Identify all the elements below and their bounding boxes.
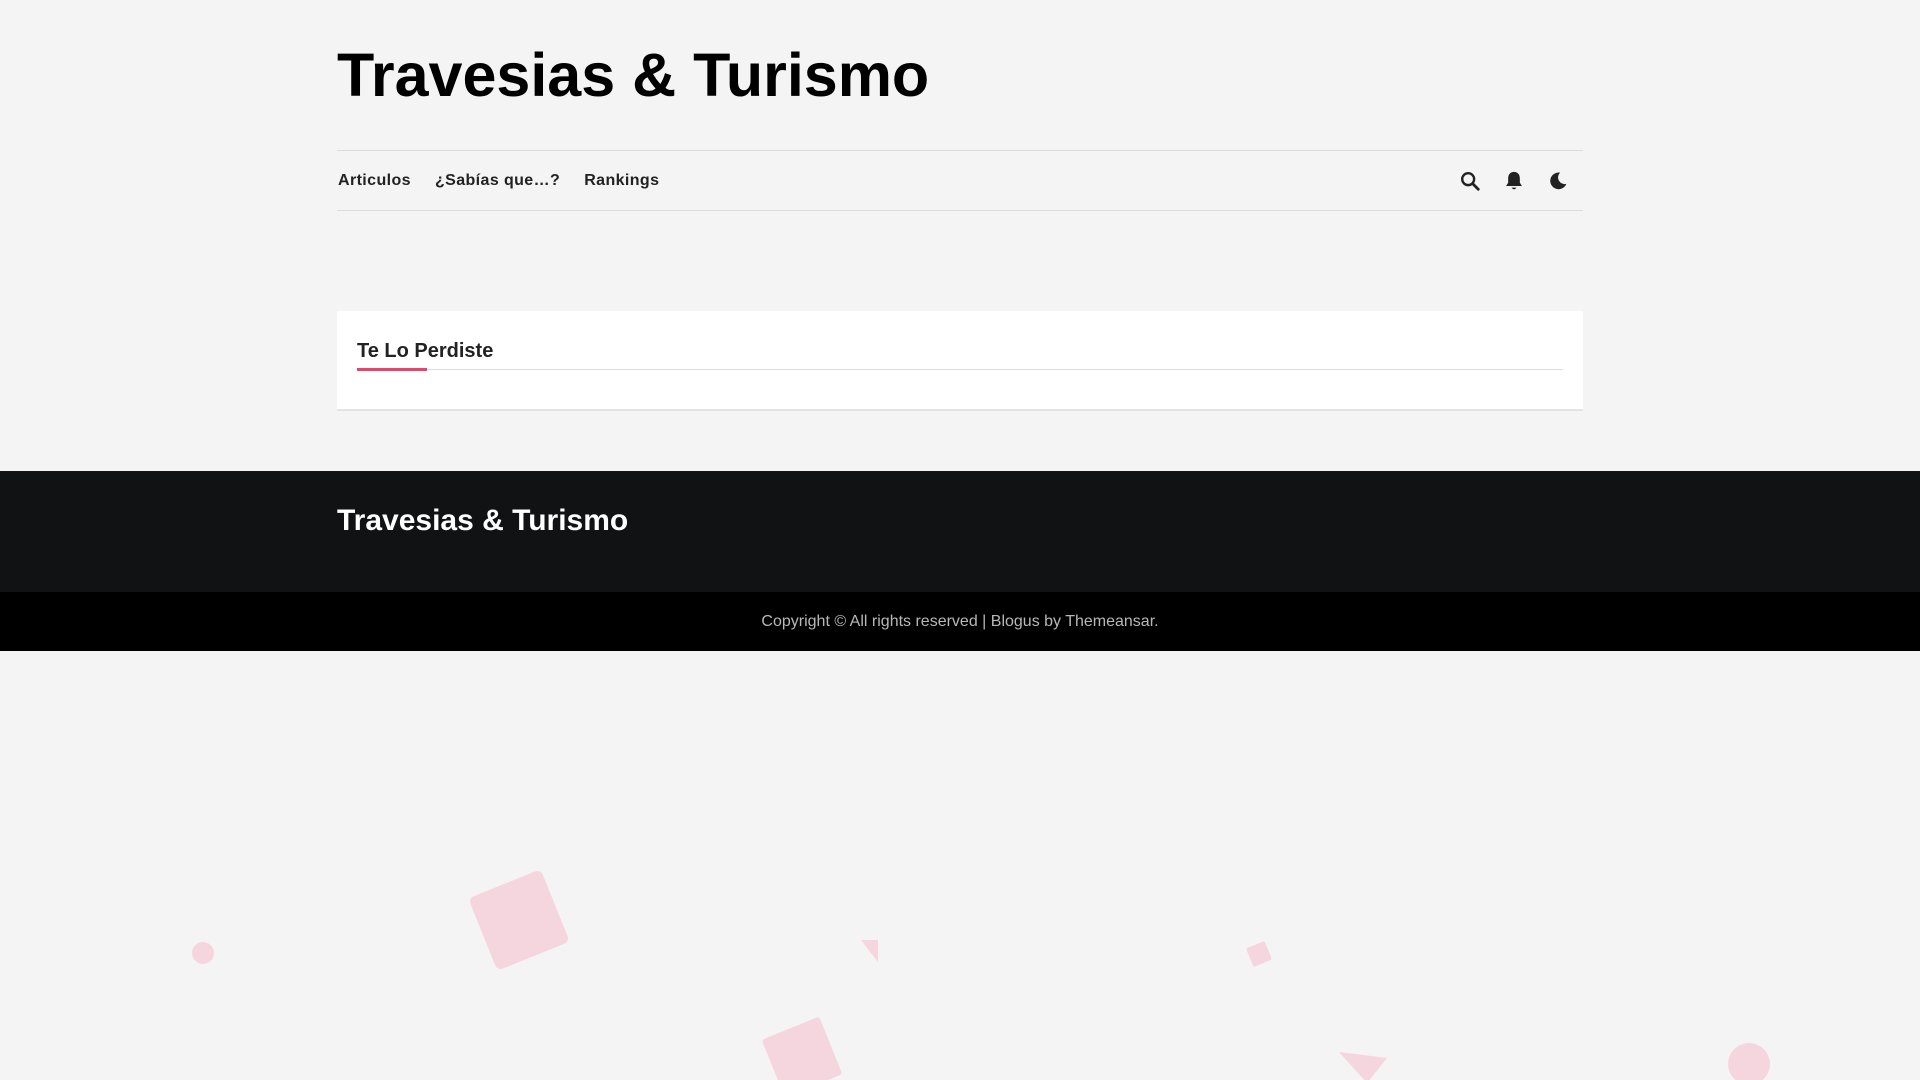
nav-item-sabias-que[interactable]: ¿Sabías que…? (435, 172, 560, 190)
main-navbar: Articulos ¿Sabías que…? Rankings (337, 150, 1583, 211)
decor-square (762, 1017, 842, 1080)
moon-icon (1550, 172, 1567, 189)
decor-circle (192, 942, 214, 964)
nav-item-articulos[interactable]: Articulos (338, 172, 411, 190)
by-text: by (1039, 612, 1066, 630)
copyright-prefix: Copyright © All rights reserved | (761, 612, 991, 630)
section-accent-bar (357, 368, 427, 371)
nav-item-rankings[interactable]: Rankings (584, 172, 659, 190)
decor-triangle (861, 940, 878, 962)
decor-triangle (1339, 1052, 1387, 1080)
theme-link[interactable]: Blogus (991, 613, 1040, 630)
missed-section: Te Lo Perdiste (337, 311, 1583, 411)
bell-icon (1506, 171, 1522, 189)
decor-square (470, 871, 568, 969)
copyright-suffix: . (1154, 612, 1159, 630)
site-header: Travesias & Turismo (337, 0, 1583, 150)
author-link[interactable]: Themeansar (1065, 613, 1154, 630)
missed-section-title: Te Lo Perdiste (357, 340, 494, 362)
notifications-button[interactable] (1501, 168, 1527, 194)
copyright-text: Copyright © All rights reserved | Blogus… (761, 613, 1158, 631)
footer-bottom: Copyright © All rights reserved | Blogus… (0, 592, 1920, 651)
section-divider (357, 369, 1563, 370)
footer-top: Travesias & Turismo (0, 471, 1920, 592)
decor-circle (1728, 1043, 1770, 1080)
decor-square (1246, 941, 1272, 967)
decorative-shapes (192, 871, 1770, 1080)
nav-menu: Articulos ¿Sabías que…? Rankings (337, 172, 683, 190)
search-button[interactable] (1457, 168, 1483, 194)
dark-mode-toggle[interactable] (1545, 168, 1571, 194)
footer-site-title-link[interactable]: Travesias & Turismo (337, 504, 628, 538)
site-title-link[interactable]: Travesias & Turismo (337, 38, 929, 112)
search-icon (1461, 171, 1480, 191)
nav-tools (1457, 168, 1571, 194)
